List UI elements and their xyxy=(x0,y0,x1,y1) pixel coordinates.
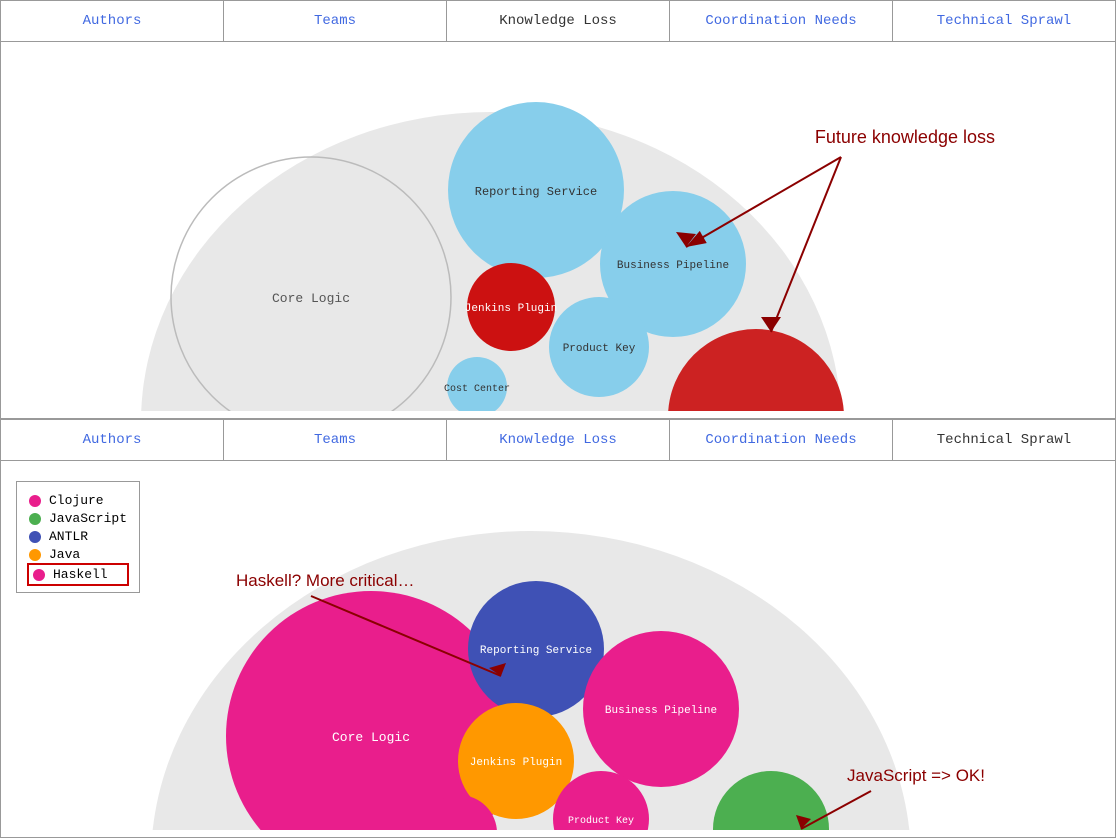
legend-clojure: Clojure xyxy=(29,493,127,508)
antlr-label: ANTLR xyxy=(49,529,88,544)
legend-java: Java xyxy=(29,547,127,562)
core-logic-label-top: Core Logic xyxy=(272,291,350,306)
clojure-dot xyxy=(29,495,41,507)
bottom-tab-bar[interactable]: Authors Teams Knowledge Loss Coordinatio… xyxy=(1,420,1115,461)
antlr-dot xyxy=(29,531,41,543)
bottom-panel: Authors Teams Knowledge Loss Coordinatio… xyxy=(0,419,1116,838)
top-chart-svg: Core Logic Reporting Service Business Pi… xyxy=(1,42,1115,411)
tab-authors-top[interactable]: Authors xyxy=(1,1,224,41)
haskell-dot xyxy=(33,569,45,581)
core-logic-label-bottom: Core Logic xyxy=(332,730,410,745)
tab-knowledge-loss-top[interactable]: Knowledge Loss xyxy=(447,1,670,41)
legend-haskell: Haskell xyxy=(27,563,129,586)
legend-javascript: JavaScript xyxy=(29,511,127,526)
product-key-label-top: Product Key xyxy=(563,343,636,355)
tab-coordination-needs-top[interactable]: Coordination Needs xyxy=(670,1,893,41)
tab-technical-sprawl-bottom[interactable]: Technical Sprawl xyxy=(893,420,1115,460)
product-key-label-bottom: Product Key xyxy=(568,815,634,827)
jenkins-plugin-label-top: Jenkins Plugin xyxy=(465,303,557,315)
bottom-chart-svg: Core Logic Reporting Service Business Pi… xyxy=(1,461,1115,830)
business-pipeline-label-bottom: Business Pipeline xyxy=(605,705,717,717)
top-panel: Authors Teams Knowledge Loss Coordinatio… xyxy=(0,0,1116,419)
tab-technical-sprawl-top[interactable]: Technical Sprawl xyxy=(893,1,1115,41)
javascript-dot xyxy=(29,513,41,525)
tab-teams-bottom[interactable]: Teams xyxy=(224,420,447,460)
cost-center-label-top: Cost Center xyxy=(444,384,510,395)
top-viz-area: Core Logic Reporting Service Business Pi… xyxy=(1,42,1115,411)
reporting-service-label-top: Reporting Service xyxy=(475,185,597,199)
java-dot xyxy=(29,549,41,561)
legend-antlr: ANTLR xyxy=(29,529,127,544)
tab-knowledge-loss-bottom[interactable]: Knowledge Loss xyxy=(447,420,670,460)
bottom-viz-area: Clojure JavaScript ANTLR Java Haskell xyxy=(1,461,1115,830)
tab-coordination-needs-bottom[interactable]: Coordination Needs xyxy=(670,420,893,460)
tab-teams-top[interactable]: Teams xyxy=(224,1,447,41)
javascript-label: JavaScript xyxy=(49,511,127,526)
clojure-label: Clojure xyxy=(49,493,104,508)
business-pipeline-label-top: Business Pipeline xyxy=(617,260,729,272)
haskell-label: Haskell xyxy=(53,567,108,582)
java-label: Java xyxy=(49,547,80,562)
reporting-service-label-bottom: Reporting Service xyxy=(480,645,592,657)
jenkins-plugin-label-bottom: Jenkins Plugin xyxy=(470,757,562,769)
top-tab-bar[interactable]: Authors Teams Knowledge Loss Coordinatio… xyxy=(1,1,1115,42)
legend-box: Clojure JavaScript ANTLR Java Haskell xyxy=(16,481,140,593)
tab-authors-bottom[interactable]: Authors xyxy=(1,420,224,460)
